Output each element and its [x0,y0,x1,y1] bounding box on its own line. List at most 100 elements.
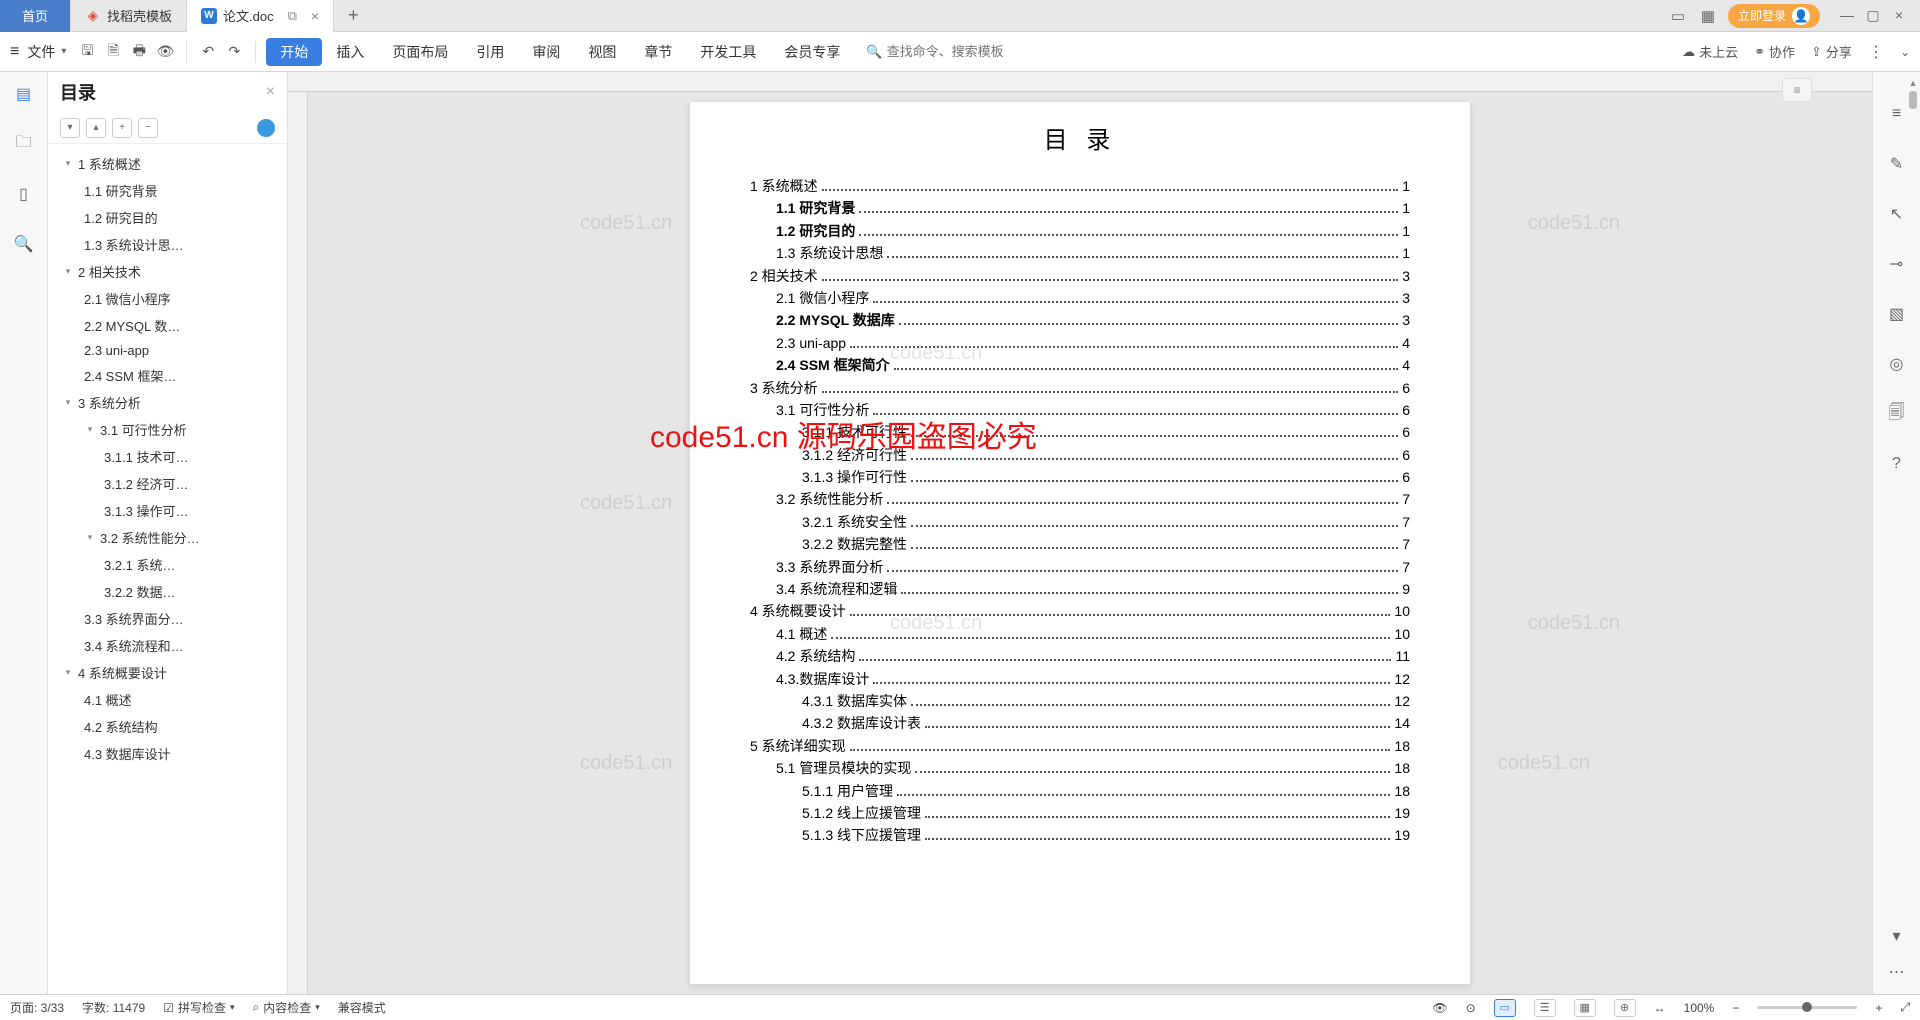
view-outline-icon[interactable]: ☰ [1534,999,1556,1017]
zoom-in-icon[interactable]: + [1875,1001,1882,1015]
help-icon[interactable]: ? [1885,452,1909,476]
share-button[interactable]: ⇪分享 [1811,42,1852,61]
outline-item[interactable]: 1.1 研究背景 [48,177,287,204]
menu-8[interactable]: 会员专享 [770,38,854,66]
document-scroll[interactable]: 目 录 1 系统概述11.1 研究背景11.2 研究目的11.3 系统设计思想1… [288,92,1872,994]
more-icon[interactable]: ⋮ [1868,42,1884,62]
toc-row[interactable]: 2.1 微信小程序3 [750,287,1410,309]
view-web-icon[interactable]: ▦ [1574,999,1596,1017]
toc-row[interactable]: 2.2 MYSQL 数据库3 [750,309,1410,331]
fit-width-icon[interactable]: ↔ [1654,1001,1666,1015]
menu-1[interactable]: 插入 [322,38,378,66]
outline-item[interactable]: ▾3.1 可行性分析 [48,416,287,443]
toc-row[interactable]: 3 系统分析6 [750,377,1410,399]
undo-icon[interactable]: ↶ [197,41,219,63]
toc-row[interactable]: 4.2 系统结构11 [750,645,1410,667]
toc-row[interactable]: 2 相关技术3 [750,265,1410,287]
page-thumb-icon[interactable]: ▧ [1885,302,1909,326]
toc-row[interactable]: 5.1.3 线下应援管理19 [750,824,1410,846]
toc-row[interactable]: 4.1 概述10 [750,623,1410,645]
save-as-icon[interactable]: 🗎 [102,41,124,63]
chevron-down-icon[interactable]: ▾ [62,397,74,408]
outline-item[interactable]: 4.1 概述 [48,686,287,713]
outline-tree[interactable]: ▾1 系统概述1.1 研究背景1.2 研究目的1.3 系统设计思…▾2 相关技术… [48,144,287,994]
search-nav-icon[interactable]: 🔍 [12,232,36,256]
eye-icon[interactable]: 👁 [1432,1001,1447,1015]
outline-item[interactable]: 4.2 系统结构 [48,713,287,740]
read-icon[interactable]: 🗐 [1885,402,1909,426]
toc-row[interactable]: 3.1.1 技术可行性6 [750,421,1410,443]
compat-mode[interactable]: 兼容模式 [338,999,386,1016]
outline-item[interactable]: 4.3 数据库设计 [48,740,287,767]
minimize-icon[interactable]: — [1836,7,1858,24]
menu-6[interactable]: 章节 [630,38,686,66]
toc-row[interactable]: 3.2 系统性能分析7 [750,488,1410,510]
toc-row[interactable]: 2.4 SSM 框架简介4 [750,354,1410,376]
toc-row[interactable]: 2.3 uni-app4 [750,332,1410,354]
close-window-icon[interactable]: × [1888,7,1910,24]
menu-burger-icon[interactable]: ≡ [10,43,19,61]
page-indicator[interactable]: 页面: 3/33 [10,999,64,1016]
horizontal-ruler[interactable] [288,72,1872,92]
toc-row[interactable]: 4.3.数据库设计12 [750,668,1410,690]
bookmark-icon[interactable]: ▯ [12,182,36,206]
toc-row[interactable]: 1.1 研究背景1 [750,197,1410,219]
chevron-down-icon[interactable]: ▾ [61,46,66,57]
tab-new[interactable]: + [334,0,373,32]
login-button[interactable]: 立即登录 👤 [1728,4,1820,28]
scroll-page-down-icon[interactable]: ▾ [1885,924,1909,948]
burger-icon[interactable]: ≡ [1885,102,1909,126]
menu-4[interactable]: 审阅 [518,38,574,66]
maximize-icon[interactable]: ▢ [1862,7,1884,24]
toc-row[interactable]: 3.4 系统流程和逻辑9 [750,578,1410,600]
toc-row[interactable]: 5.1.2 线上应援管理19 [750,802,1410,824]
outline-item[interactable]: 1.2 研究目的 [48,204,287,231]
toc-row[interactable]: 1.3 系统设计思想1 [750,242,1410,264]
toc-row[interactable]: 5.1.1 用户管理18 [750,780,1410,802]
save-icon[interactable]: 🖫 [76,41,98,63]
tab-doc[interactable]: W 论文.doc ⧉ × [187,0,334,32]
mini-scrollbar[interactable]: ▲ [1908,78,1918,109]
collab-button[interactable]: ⚭协作 [1754,42,1795,61]
menu-2[interactable]: 页面布局 [378,38,462,66]
user-badge-icon[interactable] [257,119,275,137]
toc-row[interactable]: 5.1 管理员模块的实现18 [750,757,1410,779]
close-tab-icon[interactable]: × [311,8,319,24]
toc-row[interactable]: 3.1.3 操作可行性6 [750,466,1410,488]
view-page-icon[interactable]: ▭ [1494,999,1516,1017]
scroll-up-icon[interactable]: ▲ [1909,78,1918,88]
toc-row[interactable]: 4.3.2 数据库设计表14 [750,712,1410,734]
document-page[interactable]: 目 录 1 系统概述11.1 研究背景11.2 研究目的11.3 系统设计思想1… [690,102,1470,984]
outline-item[interactable]: 3.1.1 技术可… [48,443,287,470]
collapse-ribbon-icon[interactable]: ⌄ [1900,45,1910,59]
print-preview-icon[interactable]: 👁 [154,41,176,63]
outline-item[interactable]: 3.1.3 操作可… [48,497,287,524]
toc-toggle-icon[interactable]: ≡ [1782,78,1812,102]
word-count[interactable]: 字数: 11479 [82,999,145,1016]
tab-template[interactable]: ◈ 找稻壳模板 [71,0,187,32]
apps-icon[interactable]: ▦ [1698,6,1718,26]
chevron-down-icon[interactable]: ▾ [84,532,96,543]
toc-row[interactable]: 3.3 系统界面分析7 [750,556,1410,578]
chevron-down-icon[interactable]: ▾ [62,667,74,678]
pen-icon[interactable]: ✎ [1885,152,1909,176]
cursor-icon[interactable]: ↖ [1885,202,1909,226]
tab-home[interactable]: 首页 [0,0,71,32]
toc-row[interactable]: 4.3.1 数据库实体12 [750,690,1410,712]
outline-icon[interactable]: ▤ [12,82,36,106]
clipboard-icon[interactable]: 🗀 [12,132,36,156]
cloud-status[interactable]: ☁未上云 [1682,42,1738,61]
outline-item[interactable]: ▾4 系统概要设计 [48,659,287,686]
split-icon[interactable]: ⧉ [288,8,297,24]
menu-0[interactable]: 开始 [266,38,322,66]
outline-item[interactable]: ▾3 系统分析 [48,389,287,416]
outline-item[interactable]: 2.3 uni-app [48,339,287,362]
outline-item[interactable]: ▾3.2 系统性能分… [48,524,287,551]
chevron-down-icon[interactable]: ▾ [84,424,96,435]
outline-item[interactable]: 2.1 微信小程序 [48,285,287,312]
layout-icon[interactable]: ▭ [1668,6,1688,26]
view-read-icon[interactable]: ⊕ [1614,999,1636,1017]
toc-row[interactable]: 4 系统概要设计10 [750,600,1410,622]
toc-row[interactable]: 1 系统概述1 [750,175,1410,197]
close-panel-icon[interactable]: × [266,83,275,101]
